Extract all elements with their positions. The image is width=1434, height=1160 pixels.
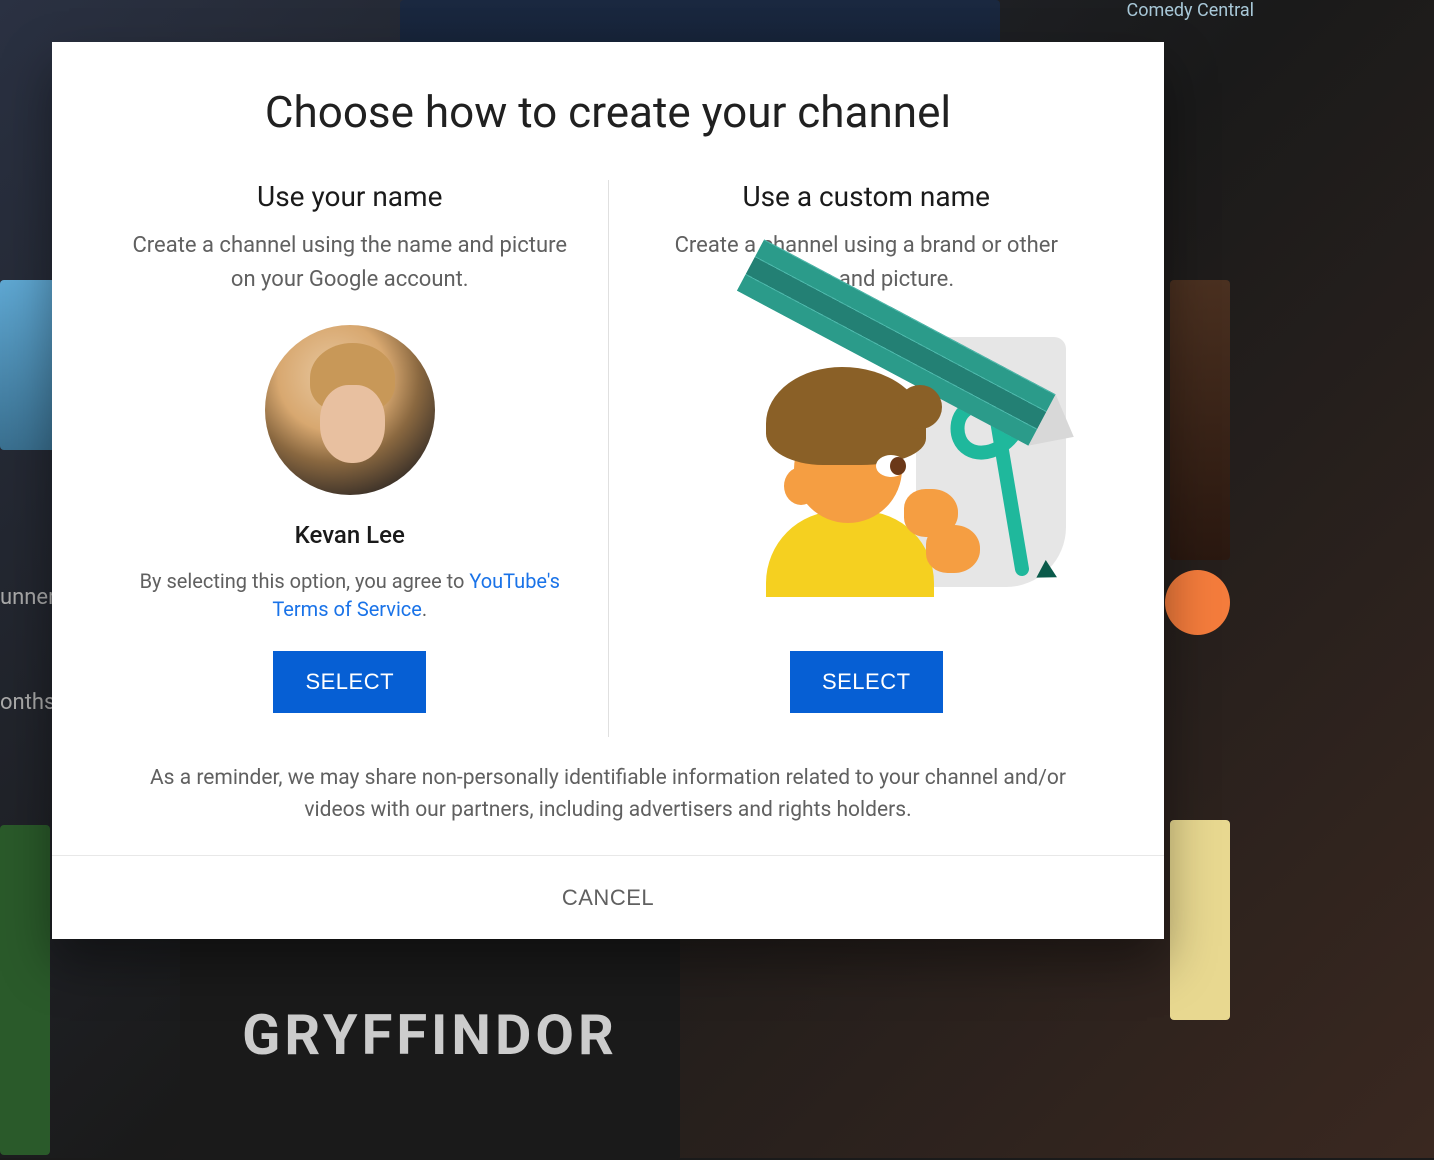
backdrop-thumb [0, 825, 50, 1155]
backdrop-thumb [1170, 820, 1230, 1020]
backdrop-text: Comedy Central [1127, 0, 1254, 21]
custom-name-illustration [666, 337, 1066, 597]
channel-options: Use your name Create a channel using the… [52, 180, 1164, 737]
kid-hand-icon [926, 525, 980, 573]
create-channel-modal: Choose how to create your channel Use yo… [52, 42, 1164, 939]
modal-footer: CANCEL [52, 855, 1164, 939]
option-description: Create a channel using the name and pict… [132, 229, 568, 297]
backdrop-thumb-gryffindor: GRYFFINDOR [180, 910, 680, 1160]
select-use-name-button[interactable]: SELECT [273, 651, 426, 713]
terms-suffix: . [422, 597, 427, 621]
option-use-your-name: Use your name Create a channel using the… [92, 180, 609, 737]
select-custom-name-button[interactable]: SELECT [790, 651, 943, 713]
cancel-button[interactable]: CANCEL [562, 885, 654, 911]
backdrop-text: unner [0, 585, 56, 610]
backdrop-text: onths [0, 690, 55, 715]
backdrop-thumb [1170, 280, 1230, 560]
privacy-reminder-text: As a reminder, we may share non-personal… [52, 737, 1164, 826]
terms-prefix: By selecting this option, you agree to [140, 569, 470, 593]
kid-hair-icon [766, 367, 926, 465]
option-heading: Use a custom name [742, 180, 990, 213]
user-display-name: Kevan Lee [295, 521, 405, 549]
backdrop-thumb [0, 280, 60, 450]
terms-agreement-text: By selecting this option, you agree to Y… [132, 567, 568, 623]
backdrop-avatar [1165, 570, 1230, 635]
option-use-custom-name: Use a custom name Create a channel using… [609, 180, 1125, 737]
option-description: Create a channel using a brand or other … [649, 229, 1085, 297]
kid-eye-icon [876, 455, 906, 477]
user-avatar [265, 325, 435, 495]
option-heading: Use your name [257, 180, 442, 213]
modal-title: Choose how to create your channel [52, 42, 1164, 180]
